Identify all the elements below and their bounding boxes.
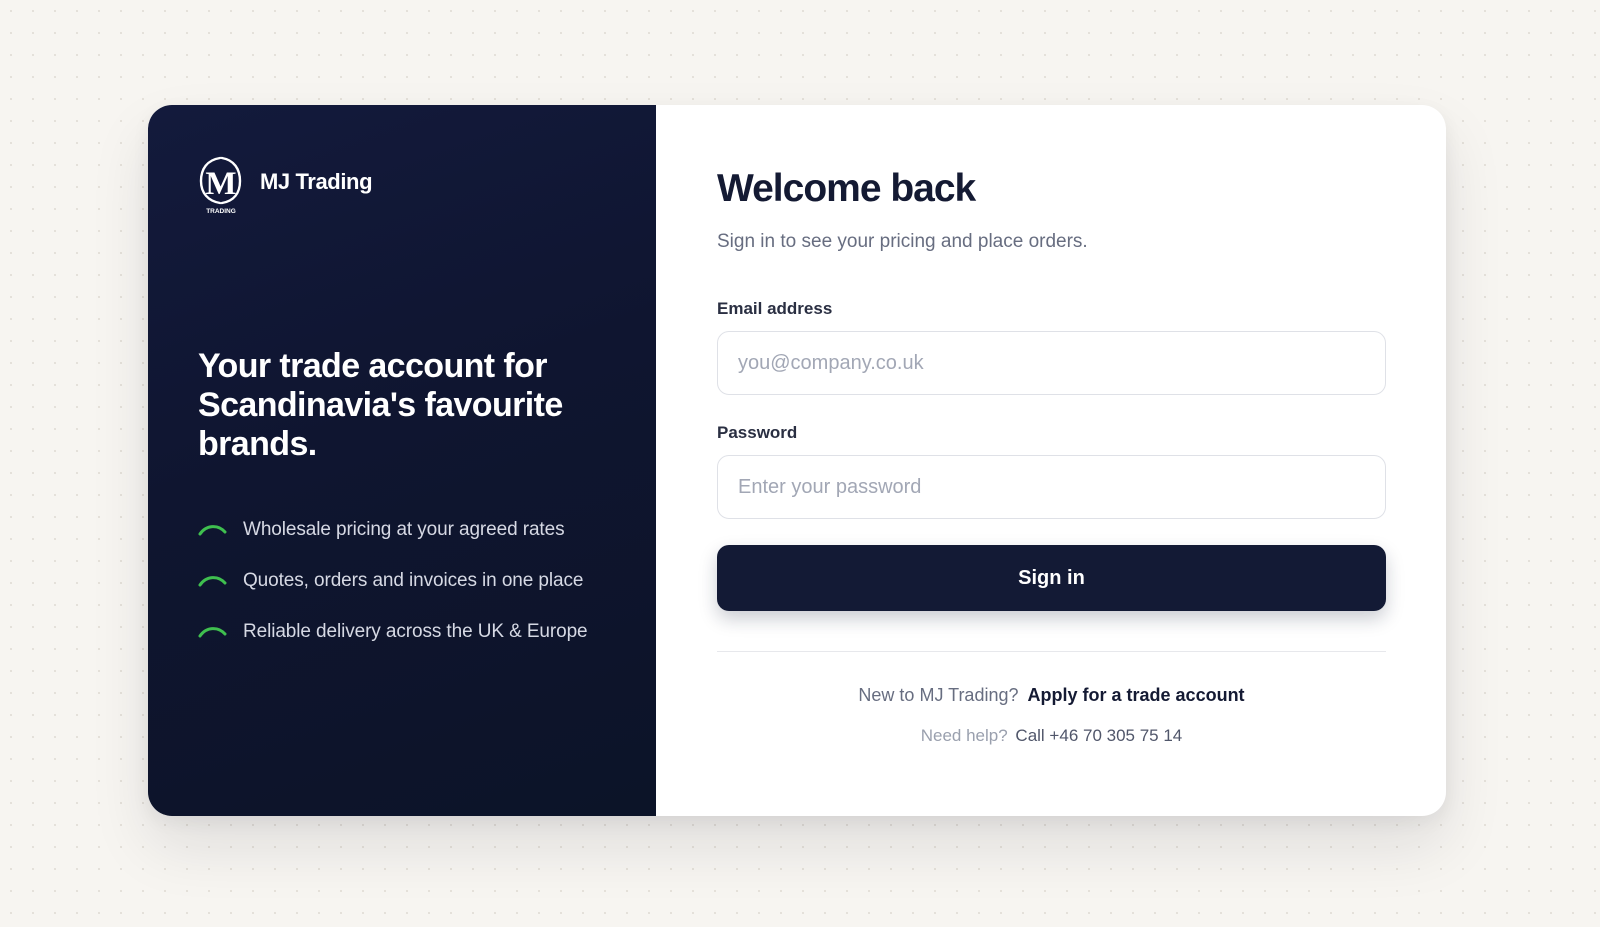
feature-label: Quotes, orders and invoices in one place [243, 569, 584, 591]
email-label: Email address [717, 299, 833, 318]
login-form-panel: Welcome back Sign in to see your pricing… [656, 105, 1446, 816]
sign-in-button[interactable]: Sign in [717, 545, 1386, 611]
password-label: Password [717, 423, 798, 442]
mj-monogram-logo: M TRADING [198, 155, 244, 215]
signup-prompt-line: New to MJ Trading? Apply for a trade acc… [717, 685, 1386, 706]
checkmark-icon [198, 622, 228, 642]
brand-logo[interactable]: M TRADING MJ Trading [198, 155, 606, 215]
login-card: M TRADING MJ Trading Your trade account … [148, 105, 1446, 816]
feature-label: Reliable delivery across the UK & Europe [243, 620, 588, 642]
email-input[interactable] [717, 331, 1386, 395]
feature-list: Wholesale pricing at your agreed rates Q… [198, 504, 606, 657]
help-phone-number[interactable]: Call +46 70 305 75 14 [1015, 726, 1182, 745]
feature-label: Wholesale pricing at your agreed rates [243, 518, 565, 540]
brand-name: MJ Trading [260, 169, 373, 194]
apply-trade-account-link[interactable]: Apply for a trade account [1028, 685, 1245, 705]
signup-prompt: New to MJ Trading? [858, 685, 1019, 705]
feature-item: Reliable delivery across the UK & Europe [198, 606, 606, 657]
page-subtitle: Sign in to see your pricing and place or… [717, 231, 1088, 252]
password-input[interactable] [717, 455, 1386, 519]
feature-item: Wholesale pricing at your agreed rates [198, 504, 606, 555]
logo-mark-caption: TRADING [206, 208, 236, 215]
checkmark-icon [198, 520, 228, 540]
login-form: Email address Password Sign in [717, 299, 1386, 611]
checkmark-icon [198, 571, 228, 591]
brand-headline: Your trade account for Scandinavia's fav… [198, 347, 563, 463]
page-title: Welcome back [717, 167, 976, 210]
brand-panel: M TRADING MJ Trading Your trade account … [148, 105, 656, 816]
feature-item: Quotes, orders and invoices in one place [198, 555, 606, 606]
help-line: Need help? Call +46 70 305 75 14 [717, 726, 1386, 746]
help-prompt: Need help? [920, 726, 1008, 745]
divider [717, 651, 1386, 652]
logo-mark-letter: M [205, 166, 236, 202]
